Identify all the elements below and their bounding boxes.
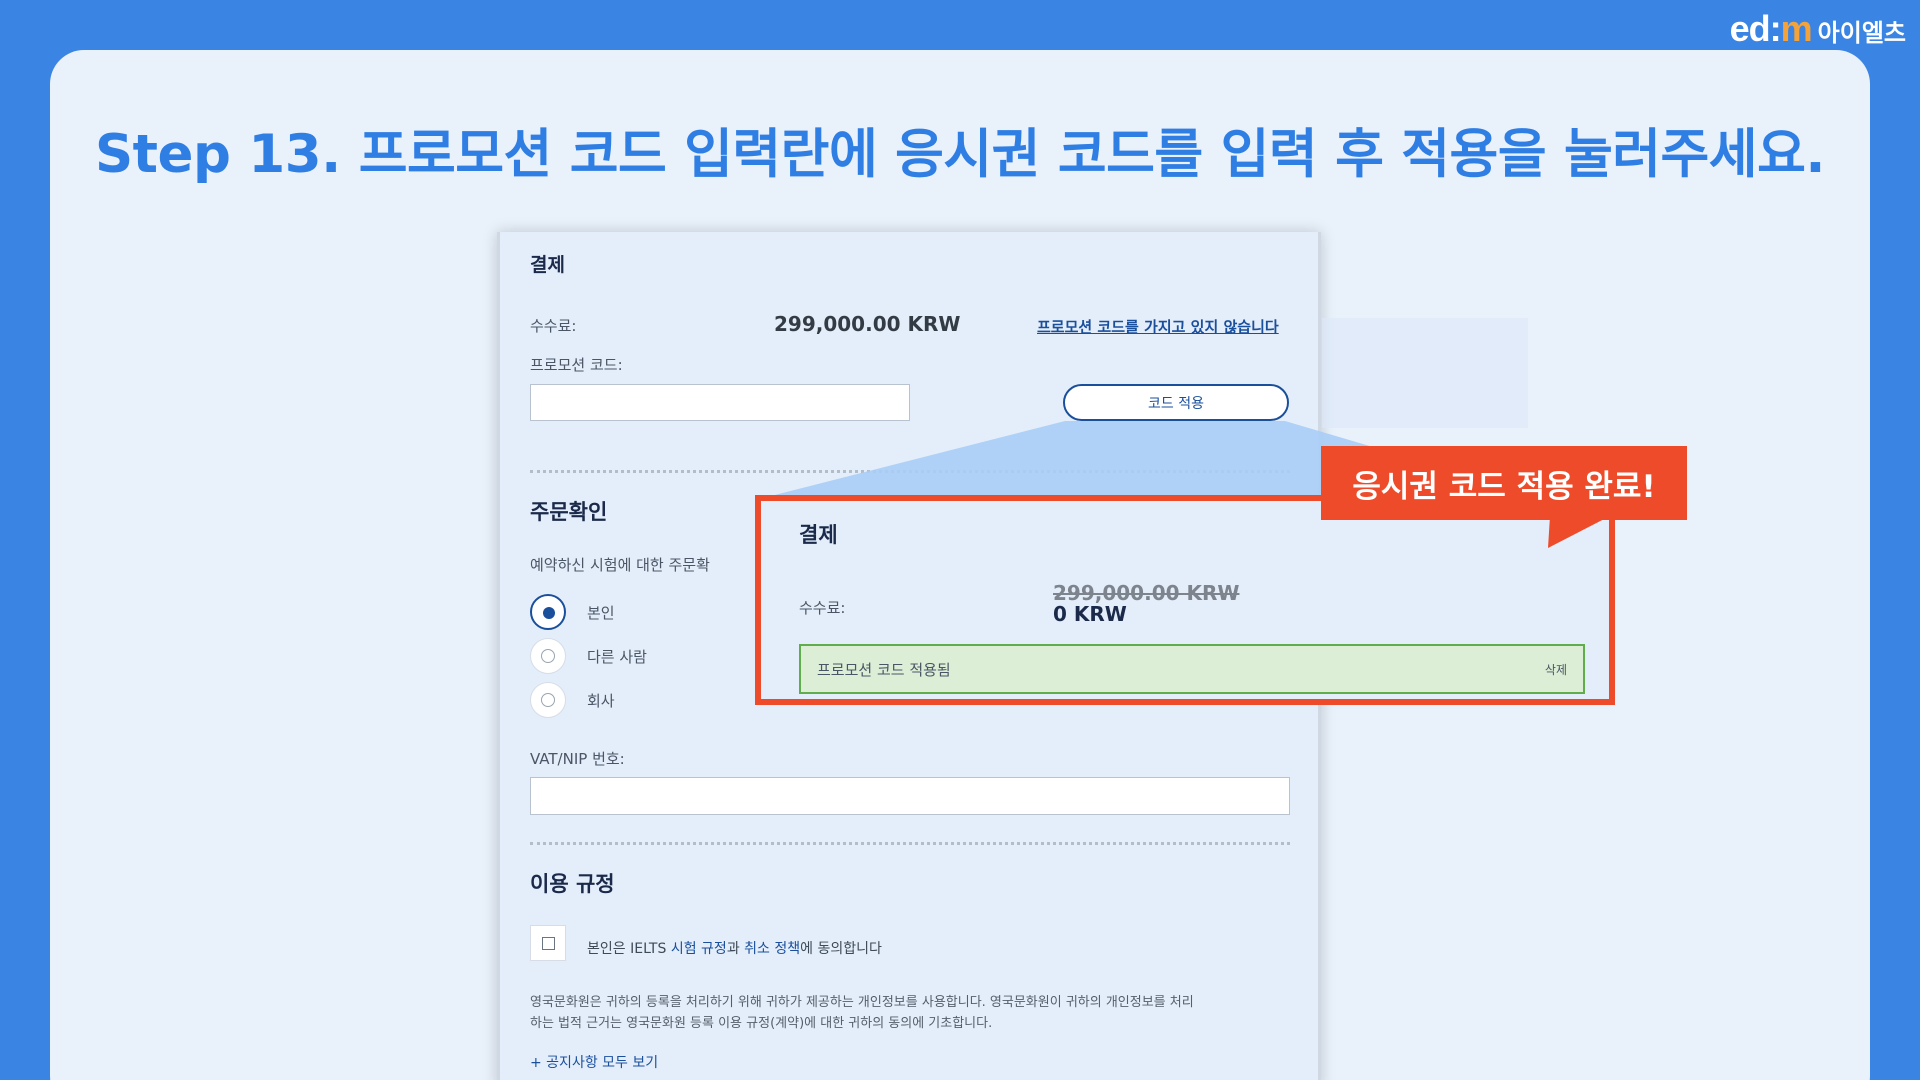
- delete-promo-link[interactable]: 삭제: [1545, 661, 1567, 678]
- callout-badge: 응시권 코드 적용 완료!: [1321, 446, 1687, 520]
- zoom-fee-label: 수수료:: [799, 599, 846, 617]
- zoomed-payment-detail: 결제 수수료: 299,000.00 KRW 0 KRW 프로모션 코드 적용됨…: [755, 495, 1615, 705]
- zoom-backdrop: [1322, 318, 1528, 428]
- promo-applied-banner: 프로모션 코드 적용됨 삭제: [799, 644, 1585, 694]
- zoom-heading: 결제: [799, 523, 838, 547]
- zoom-new-price: 0 KRW: [1053, 602, 1127, 626]
- promo-applied-text: 프로모션 코드 적용됨: [817, 660, 951, 679]
